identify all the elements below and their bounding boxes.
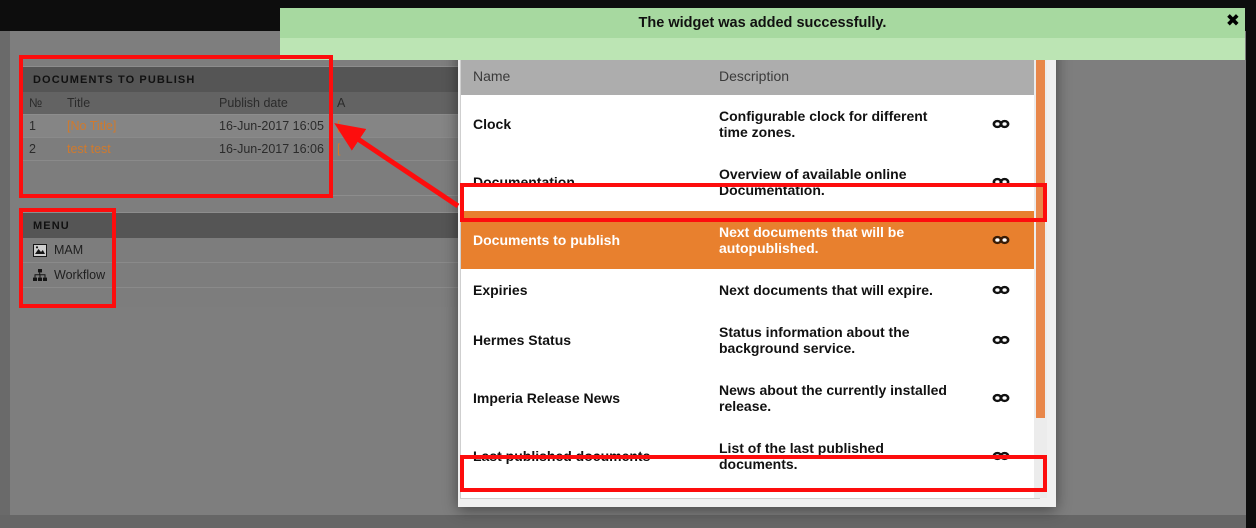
widget-name: Last published documents (461, 427, 707, 485)
widget-description: Status information about the background … (707, 311, 967, 369)
widget-list-header: Name Description (461, 57, 1039, 95)
widget-list-table: Name Description Clock Configurable clock… (461, 57, 1039, 499)
col-name: Name (461, 57, 707, 95)
col-action (967, 57, 1039, 95)
widget-list-row[interactable]: Documents to publish Next documents that … (461, 211, 1039, 269)
widget-add-action[interactable] (967, 95, 1039, 153)
widget-name: Expiries (461, 269, 707, 311)
success-banner-body (280, 38, 1245, 60)
col-title: Title (61, 92, 213, 115)
widget-description: List of the last published documents. (707, 427, 967, 485)
widget-name: Hermes Status (461, 311, 707, 369)
widget-list-row[interactable]: Imperia Release News News about the curre… (461, 369, 1039, 427)
link-icon[interactable] (992, 448, 1010, 461)
widget-name: Clock (461, 95, 707, 153)
widget-description: Next documents that will be autopublishe… (707, 211, 967, 269)
document-link[interactable]: test test (67, 142, 111, 156)
widget-add-action[interactable] (967, 311, 1039, 369)
dialog-scrollbar-thumb[interactable] (1036, 58, 1045, 418)
widget-list-container[interactable]: Name Description Clock Configurable clock… (460, 56, 1040, 499)
widget-description: News about the currently installed relea… (707, 369, 967, 427)
link-icon[interactable] (992, 390, 1010, 403)
page-left-edge (0, 31, 10, 528)
menu-item-label: Workflow (54, 268, 106, 282)
widget-name: Logfile (461, 485, 707, 498)
link-icon[interactable] (992, 116, 1010, 129)
menu-item-label: MAM (54, 243, 84, 257)
widget-add-action[interactable] (967, 211, 1039, 269)
widget-description: Overview of available online Documentati… (707, 153, 967, 211)
col-description: Description (707, 57, 967, 95)
widget-description: Display the last n lines of a logfile. (707, 485, 967, 498)
document-link[interactable]: [No Title] (67, 119, 116, 133)
widget-list-row[interactable]: Documentation Overview of available onlin… (461, 153, 1039, 211)
image-icon (33, 243, 47, 257)
link-icon[interactable] (992, 498, 1010, 499)
col-no: № (23, 92, 61, 115)
success-banner: The widget was added successfully. (280, 8, 1245, 38)
widget-add-action[interactable] (967, 369, 1039, 427)
widget-list-row[interactable]: Last published documents List of the last… (461, 427, 1039, 485)
widget-name: Imperia Release News (461, 369, 707, 427)
row-title[interactable]: test test (61, 137, 213, 161)
widget-list-row[interactable]: Expiries Next documents that will expire. (461, 269, 1039, 311)
add-widgets-dialog[interactable]: Add widgets Name Description ClockConfig… (458, 22, 1056, 507)
widget-list-row[interactable]: Hermes Status Status information about th… (461, 311, 1039, 369)
widget-name: Documents to publish (461, 211, 707, 269)
widget-add-action[interactable] (967, 269, 1039, 311)
widget-add-action[interactable] (967, 427, 1039, 485)
widget-description: Next documents that will expire. (707, 269, 967, 311)
row-title[interactable]: [No Title] (61, 114, 213, 138)
widget-add-action[interactable] (967, 485, 1039, 499)
link-icon[interactable] (992, 232, 1010, 245)
sitemap-icon (33, 268, 47, 282)
widget-list-row[interactable]: Clock Configurable clock for different ti… (461, 95, 1039, 153)
page-bottom-edge (0, 515, 1246, 528)
row-number: 2 (23, 137, 61, 161)
success-banner-text: The widget was added successfully. (638, 15, 887, 31)
banner-close-icon[interactable]: ✖ (1226, 12, 1240, 29)
widget-description: Configurable clock for different time zo… (707, 95, 967, 153)
row-number: 1 (23, 114, 61, 138)
widget-add-action[interactable] (967, 153, 1039, 211)
link-icon[interactable] (992, 332, 1010, 345)
widget-name: Documentation (461, 153, 707, 211)
widget-list-row[interactable]: LogfileDisplay the last n lines of a log… (461, 485, 1039, 499)
link-icon[interactable] (992, 282, 1010, 295)
link-icon[interactable] (992, 174, 1010, 187)
